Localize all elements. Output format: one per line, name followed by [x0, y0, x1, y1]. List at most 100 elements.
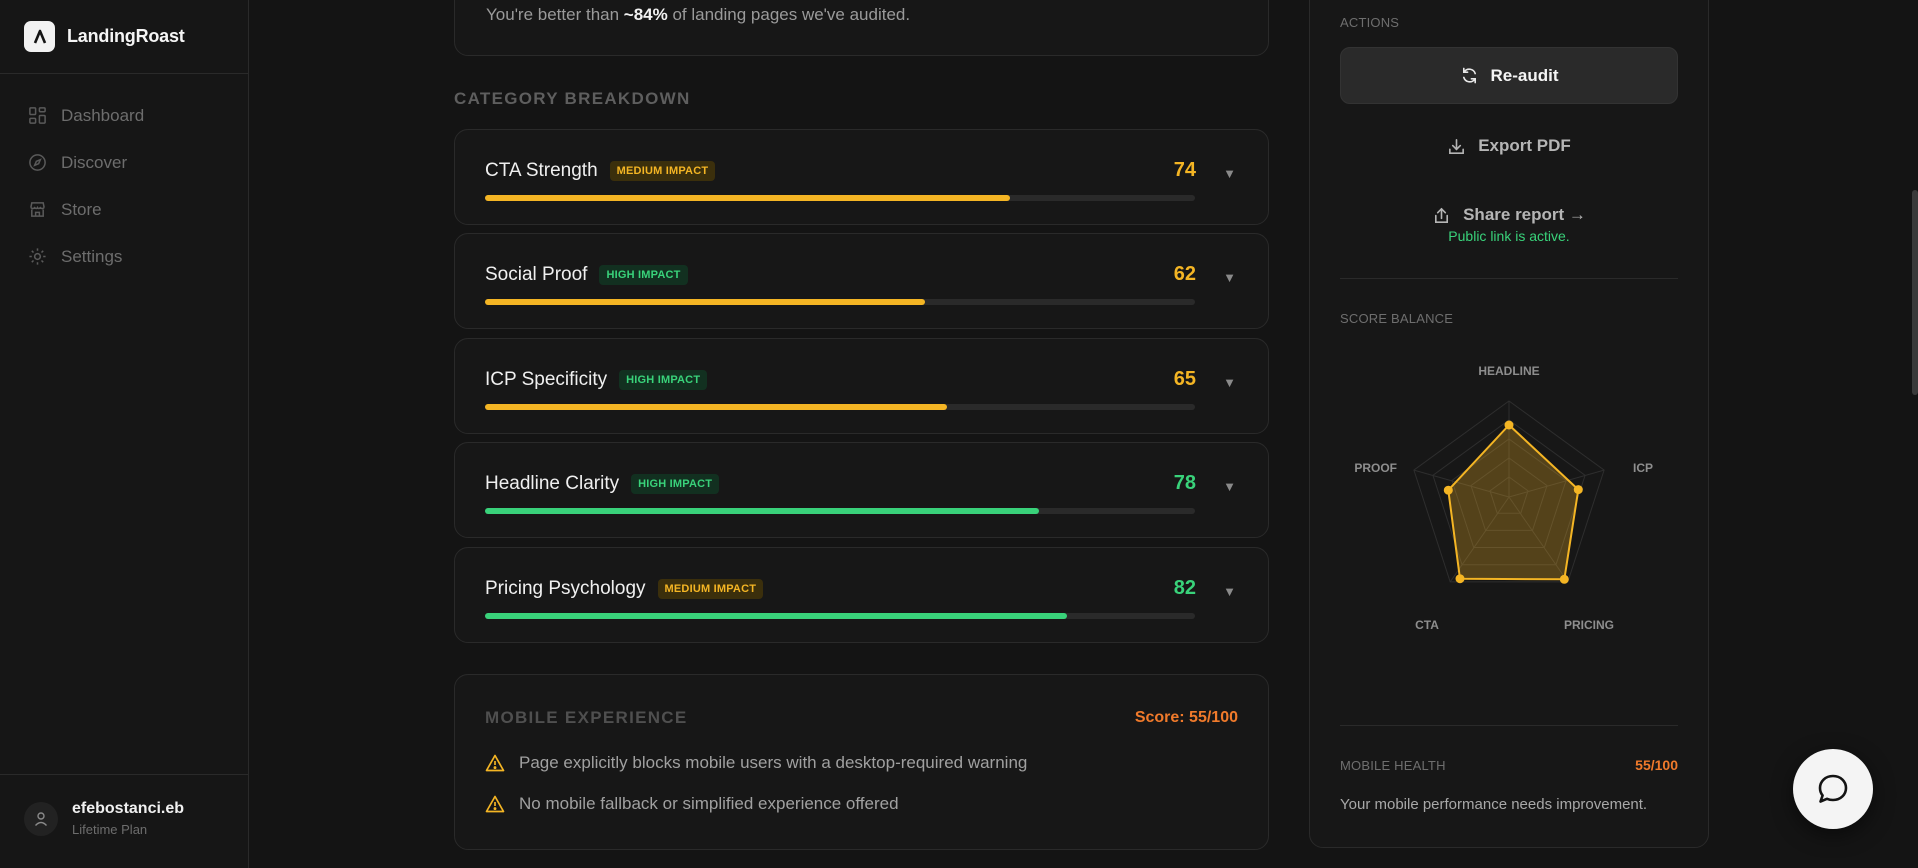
summary-highlight: ~84% [623, 5, 668, 24]
category-card-headline[interactable]: Headline Clarity HIGH IMPACT 78 ▼ [454, 442, 1269, 538]
score-fill [485, 613, 1068, 619]
mobile-score: Score: 55/100 [1134, 709, 1238, 726]
summary-prefix: You're better than [486, 5, 624, 24]
scrollbar[interactable] [1912, 190, 1918, 395]
chat-button[interactable] [1793, 749, 1873, 829]
section-title: CATEGORY BREAKDOWN [454, 89, 691, 108]
score-track [485, 299, 1195, 305]
category-score: 65 [1173, 368, 1196, 390]
score-track [485, 508, 1195, 514]
app-name: LandingRoast [67, 26, 185, 46]
radar-label-headline: HEADLINE [1478, 364, 1539, 378]
expand-icon[interactable]: ▼ [1223, 166, 1236, 181]
impact-badge: MEDIUM IMPACT [609, 161, 716, 181]
category-card-cta[interactable]: CTA Strength MEDIUM IMPACT 74 ▼ [454, 129, 1269, 225]
share-label: Share report → [1463, 205, 1586, 224]
category-label: Social Proof [485, 264, 588, 285]
impact-badge: MEDIUM IMPACT [657, 579, 764, 599]
mobile-health-message: Your mobile performance needs improvemen… [1340, 796, 1648, 813]
actions-panel: ACTIONS Re-audit Export PDF Share report… [1309, 0, 1709, 848]
sidebar-item-dashboard[interactable]: Dashboard [0, 92, 249, 139]
score-balance-title: SCORE BALANCE [1340, 311, 1454, 326]
category-name: Pricing Psychology MEDIUM IMPACT [485, 578, 764, 600]
compass-icon [29, 154, 46, 171]
mobile-experience-card: MOBILE EXPERIENCE Score: 55/100 Page exp… [454, 674, 1269, 850]
score-fill [485, 299, 926, 305]
sidebar-item-label: Dashboard [61, 105, 145, 125]
radar-label-proof: PROOF [1354, 461, 1397, 475]
expand-icon[interactable]: ▼ [1223, 584, 1236, 599]
category-score: 62 [1173, 263, 1196, 285]
divider [1340, 278, 1678, 279]
category-label: Headline Clarity [485, 473, 620, 494]
reaudit-button[interactable]: Re-audit [1340, 47, 1678, 104]
avatar [24, 801, 58, 836]
actions-title: ACTIONS [1340, 15, 1400, 30]
category-score: 82 [1173, 577, 1196, 599]
logo-icon [24, 21, 55, 52]
warning-icon [485, 795, 505, 813]
dashboard-icon [29, 107, 46, 124]
mobile-health-score: 55/100 [1635, 757, 1678, 773]
summary-suffix: of landing pages we've audited. [667, 5, 911, 24]
radar-point-proof [1443, 485, 1453, 495]
export-label: Export PDF [1478, 136, 1571, 155]
summary-text: You're better than ~84% of landing pages… [486, 5, 910, 25]
radar-score-area [1447, 424, 1580, 581]
issue-text: No mobile fallback or simplified experie… [519, 794, 899, 813]
mobile-title: MOBILE EXPERIENCE [485, 708, 688, 727]
sidebar-item-settings[interactable]: Settings [0, 233, 249, 280]
radar-point-pricing [1559, 574, 1569, 584]
issue-text: Page explicitly blocks mobile users with… [519, 753, 1028, 772]
summary-card: You're better than ~84% of landing pages… [454, 0, 1269, 56]
divider [1340, 725, 1678, 726]
category-card-social-proof[interactable]: Social Proof HIGH IMPACT 62 ▼ [454, 233, 1269, 329]
category-name: Headline Clarity HIGH IMPACT [485, 473, 720, 495]
score-fill [485, 508, 1039, 514]
divider [0, 73, 249, 74]
impact-badge: HIGH IMPACT [599, 265, 688, 285]
radar-point-cta [1455, 574, 1465, 584]
score-balance-radar: HEADLINE ICP PRICING CTA PROOF [1354, 364, 1653, 632]
divider [0, 774, 249, 775]
radar-label-icp: ICP [1633, 461, 1653, 475]
gear-icon [29, 248, 46, 265]
refresh-icon [1462, 67, 1476, 84]
mobile-health-title: MOBILE HEALTH [1340, 758, 1446, 773]
category-label: CTA Strength [485, 160, 598, 181]
public-link-status: Public link is active. [1448, 228, 1570, 244]
user-icon [34, 811, 48, 826]
brand[interactable]: LandingRoast [24, 21, 185, 52]
category-label: Pricing Psychology [485, 578, 646, 599]
sidebar-item-label: Settings [61, 246, 123, 266]
radar-label-pricing: PRICING [1564, 618, 1614, 632]
sidebar: LandingRoast Dashboard Discover Store Se… [0, 0, 249, 868]
radar-point-headline [1504, 420, 1514, 430]
score-fill [485, 404, 947, 410]
score-track [485, 195, 1195, 201]
category-label: ICP Specificity [485, 369, 608, 390]
expand-icon[interactable]: ▼ [1223, 479, 1236, 494]
score-fill [485, 195, 1011, 201]
score-track [485, 404, 1195, 410]
export-pdf-button[interactable]: Export PDF [1340, 136, 1678, 156]
impact-badge: HIGH IMPACT [619, 370, 708, 390]
expand-icon[interactable]: ▼ [1223, 375, 1236, 390]
sidebar-item-discover[interactable]: Discover [0, 139, 249, 186]
category-card-pricing[interactable]: Pricing Psychology MEDIUM IMPACT 82 ▼ [454, 547, 1269, 643]
sidebar-item-label: Store [61, 199, 102, 219]
category-score: 74 [1173, 159, 1196, 181]
user-profile[interactable]: efebostanci.eb Lifetime Plan [24, 800, 184, 837]
download-icon [1449, 138, 1465, 154]
category-name: Social Proof HIGH IMPACT [485, 264, 688, 286]
category-card-icp[interactable]: ICP Specificity HIGH IMPACT 65 ▼ [454, 338, 1269, 434]
reaudit-label: Re-audit [1490, 65, 1559, 85]
share-report-button[interactable]: Share report → [1340, 205, 1678, 225]
category-score: 78 [1173, 472, 1196, 494]
user-plan: Lifetime Plan [72, 822, 148, 837]
expand-icon[interactable]: ▼ [1223, 270, 1236, 285]
chat-icon [1818, 774, 1848, 803]
sidebar-item-label: Discover [61, 152, 128, 172]
warning-icon [485, 754, 505, 772]
sidebar-item-store[interactable]: Store [0, 186, 249, 233]
